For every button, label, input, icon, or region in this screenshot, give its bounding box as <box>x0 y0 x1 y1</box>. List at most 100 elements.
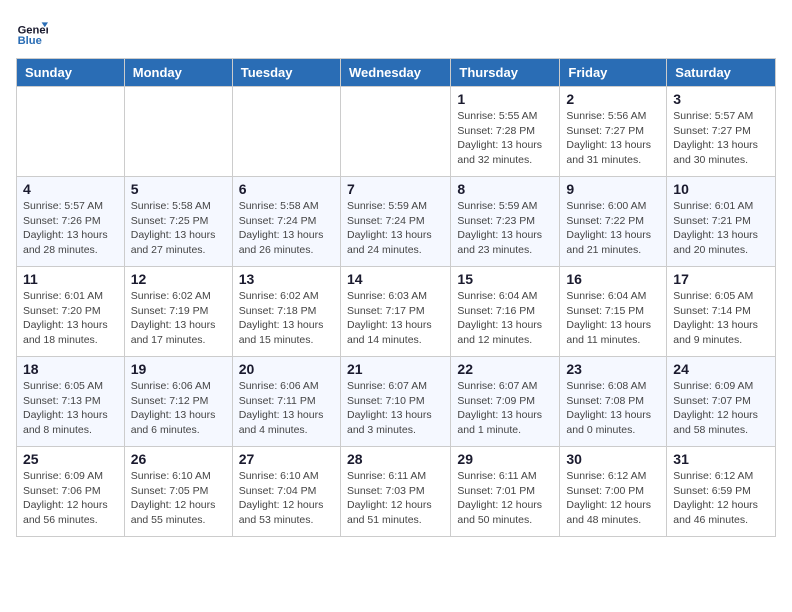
day-number: 23 <box>566 361 660 377</box>
calendar-cell: 1 Sunrise: 5:55 AMSunset: 7:28 PMDaylight… <box>451 87 560 177</box>
day-number: 12 <box>131 271 226 287</box>
calendar-cell: 3 Sunrise: 5:57 AMSunset: 7:27 PMDaylight… <box>667 87 776 177</box>
calendar-cell <box>340 87 450 177</box>
weekday-header: Wednesday <box>340 59 450 87</box>
calendar-cell: 20Sunrise: 6:06 AMSunset: 7:11 PMDayligh… <box>232 357 340 447</box>
day-number: 28 <box>347 451 444 467</box>
day-info: Sunrise: 6:11 AMSunset: 7:01 PMDaylight:… <box>457 469 553 528</box>
day-number: 8 <box>457 181 553 197</box>
day-number: 31 <box>673 451 769 467</box>
calendar-cell: 18Sunrise: 6:05 AMSunset: 7:13 PMDayligh… <box>17 357 125 447</box>
day-number: 10 <box>673 181 769 197</box>
calendar-table: SundayMondayTuesdayWednesdayThursdayFrid… <box>16 58 776 537</box>
calendar-cell: 9Sunrise: 6:00 AMSunset: 7:22 PMDaylight… <box>560 177 667 267</box>
day-number: 16 <box>566 271 660 287</box>
calendar-cell: 14 Sunrise: 6:03 AMSunset: 7:17 PMDayligh… <box>340 267 450 357</box>
calendar-cell: 7 Sunrise: 5:59 AMSunset: 7:24 PMDaylight… <box>340 177 450 267</box>
calendar-cell <box>17 87 125 177</box>
calendar-cell <box>232 87 340 177</box>
calendar-cell: 8 Sunrise: 5:59 AMSunset: 7:23 PMDaylight… <box>451 177 560 267</box>
day-info: Sunrise: 6:09 AMSunset: 7:07 PMDaylight:… <box>673 379 769 438</box>
calendar-cell: 12 Sunrise: 6:02 AMSunset: 7:19 PMDayligh… <box>124 267 232 357</box>
day-number: 2 <box>566 91 660 107</box>
calendar-header-row: SundayMondayTuesdayWednesdayThursdayFrid… <box>17 59 776 87</box>
day-number: 19 <box>131 361 226 377</box>
calendar-week-row: 11 Sunrise: 6:01 AMSunset: 7:20 PMDayligh… <box>17 267 776 357</box>
day-number: 13 <box>239 271 334 287</box>
day-number: 27 <box>239 451 334 467</box>
day-info: Sunrise: 6:12 AMSunset: 7:00 PMDaylight:… <box>566 469 660 528</box>
calendar-cell: 30 Sunrise: 6:12 AMSunset: 7:00 PMDayligh… <box>560 447 667 537</box>
day-number: 17 <box>673 271 769 287</box>
day-info: Sunrise: 6:01 AMSunset: 7:21 PMDaylight:… <box>673 199 769 258</box>
day-info: Sunrise: 5:58 AMSunset: 7:24 PMDaylight:… <box>239 199 334 258</box>
weekday-header: Friday <box>560 59 667 87</box>
day-info: Sunrise: 5:59 AMSunset: 7:23 PMDaylight:… <box>457 199 553 258</box>
calendar-cell: 10 Sunrise: 6:01 AMSunset: 7:21 PMDayligh… <box>667 177 776 267</box>
day-number: 20 <box>239 361 334 377</box>
day-info: Sunrise: 6:07 AMSunset: 7:09 PMDaylight:… <box>457 379 553 438</box>
calendar-cell: 29 Sunrise: 6:11 AMSunset: 7:01 PMDayligh… <box>451 447 560 537</box>
day-info: Sunrise: 5:57 AMSunset: 7:26 PMDaylight:… <box>23 199 118 258</box>
day-number: 14 <box>347 271 444 287</box>
calendar-week-row: 4Sunrise: 5:57 AMSunset: 7:26 PMDaylight… <box>17 177 776 267</box>
day-number: 15 <box>457 271 553 287</box>
day-info: Sunrise: 5:56 AMSunset: 7:27 PMDaylight:… <box>566 109 660 168</box>
calendar-cell: 15 Sunrise: 6:04 AMSunset: 7:16 PMDayligh… <box>451 267 560 357</box>
day-info: Sunrise: 6:08 AMSunset: 7:08 PMDaylight:… <box>566 379 660 438</box>
calendar-cell: 27 Sunrise: 6:10 AMSunset: 7:04 PMDayligh… <box>232 447 340 537</box>
calendar-cell: 6Sunrise: 5:58 AMSunset: 7:24 PMDaylight… <box>232 177 340 267</box>
day-info: Sunrise: 6:05 AMSunset: 7:14 PMDaylight:… <box>673 289 769 348</box>
day-info: Sunrise: 6:06 AMSunset: 7:12 PMDaylight:… <box>131 379 226 438</box>
day-number: 7 <box>347 181 444 197</box>
day-number: 30 <box>566 451 660 467</box>
calendar-cell: 28 Sunrise: 6:11 AMSunset: 7:03 PMDayligh… <box>340 447 450 537</box>
day-info: Sunrise: 6:03 AMSunset: 7:17 PMDaylight:… <box>347 289 444 348</box>
weekday-header: Tuesday <box>232 59 340 87</box>
day-info: Sunrise: 6:09 AMSunset: 7:06 PMDaylight:… <box>23 469 118 528</box>
day-number: 22 <box>457 361 553 377</box>
page-header: General Blue <box>16 16 776 48</box>
calendar-cell: 19 Sunrise: 6:06 AMSunset: 7:12 PMDayligh… <box>124 357 232 447</box>
calendar-cell: 16 Sunrise: 6:04 AMSunset: 7:15 PMDayligh… <box>560 267 667 357</box>
day-info: Sunrise: 6:01 AMSunset: 7:20 PMDaylight:… <box>23 289 118 348</box>
day-number: 3 <box>673 91 769 107</box>
calendar-cell: 31 Sunrise: 6:12 AMSunset: 6:59 PMDayligh… <box>667 447 776 537</box>
day-info: Sunrise: 6:10 AMSunset: 7:04 PMDaylight:… <box>239 469 334 528</box>
day-info: Sunrise: 5:55 AMSunset: 7:28 PMDaylight:… <box>457 109 553 168</box>
day-number: 24 <box>673 361 769 377</box>
day-info: Sunrise: 6:04 AMSunset: 7:16 PMDaylight:… <box>457 289 553 348</box>
day-info: Sunrise: 5:59 AMSunset: 7:24 PMDaylight:… <box>347 199 444 258</box>
weekday-header: Thursday <box>451 59 560 87</box>
calendar-cell: 21Sunrise: 6:07 AMSunset: 7:10 PMDayligh… <box>340 357 450 447</box>
calendar-cell: 2 Sunrise: 5:56 AMSunset: 7:27 PMDaylight… <box>560 87 667 177</box>
calendar-cell: 26 Sunrise: 6:10 AMSunset: 7:05 PMDayligh… <box>124 447 232 537</box>
day-info: Sunrise: 5:58 AMSunset: 7:25 PMDaylight:… <box>131 199 226 258</box>
day-info: Sunrise: 6:02 AMSunset: 7:19 PMDaylight:… <box>131 289 226 348</box>
day-number: 29 <box>457 451 553 467</box>
calendar-week-row: 18Sunrise: 6:05 AMSunset: 7:13 PMDayligh… <box>17 357 776 447</box>
weekday-header: Sunday <box>17 59 125 87</box>
weekday-header: Saturday <box>667 59 776 87</box>
day-number: 18 <box>23 361 118 377</box>
weekday-header: Monday <box>124 59 232 87</box>
calendar-cell: 4Sunrise: 5:57 AMSunset: 7:26 PMDaylight… <box>17 177 125 267</box>
calendar-cell: 5Sunrise: 5:58 AMSunset: 7:25 PMDaylight… <box>124 177 232 267</box>
day-number: 1 <box>457 91 553 107</box>
calendar-cell: 22 Sunrise: 6:07 AMSunset: 7:09 PMDayligh… <box>451 357 560 447</box>
day-number: 21 <box>347 361 444 377</box>
day-number: 11 <box>23 271 118 287</box>
day-info: Sunrise: 6:00 AMSunset: 7:22 PMDaylight:… <box>566 199 660 258</box>
day-info: Sunrise: 6:10 AMSunset: 7:05 PMDaylight:… <box>131 469 226 528</box>
day-info: Sunrise: 6:12 AMSunset: 6:59 PMDaylight:… <box>673 469 769 528</box>
calendar-cell: 17 Sunrise: 6:05 AMSunset: 7:14 PMDayligh… <box>667 267 776 357</box>
day-info: Sunrise: 6:04 AMSunset: 7:15 PMDaylight:… <box>566 289 660 348</box>
calendar-cell: 11 Sunrise: 6:01 AMSunset: 7:20 PMDayligh… <box>17 267 125 357</box>
day-info: Sunrise: 5:57 AMSunset: 7:27 PMDaylight:… <box>673 109 769 168</box>
logo-icon: General Blue <box>16 16 48 48</box>
calendar-week-row: 1 Sunrise: 5:55 AMSunset: 7:28 PMDaylight… <box>17 87 776 177</box>
calendar-week-row: 25Sunrise: 6:09 AMSunset: 7:06 PMDayligh… <box>17 447 776 537</box>
calendar-cell: 23 Sunrise: 6:08 AMSunset: 7:08 PMDayligh… <box>560 357 667 447</box>
day-number: 26 <box>131 451 226 467</box>
day-info: Sunrise: 6:11 AMSunset: 7:03 PMDaylight:… <box>347 469 444 528</box>
